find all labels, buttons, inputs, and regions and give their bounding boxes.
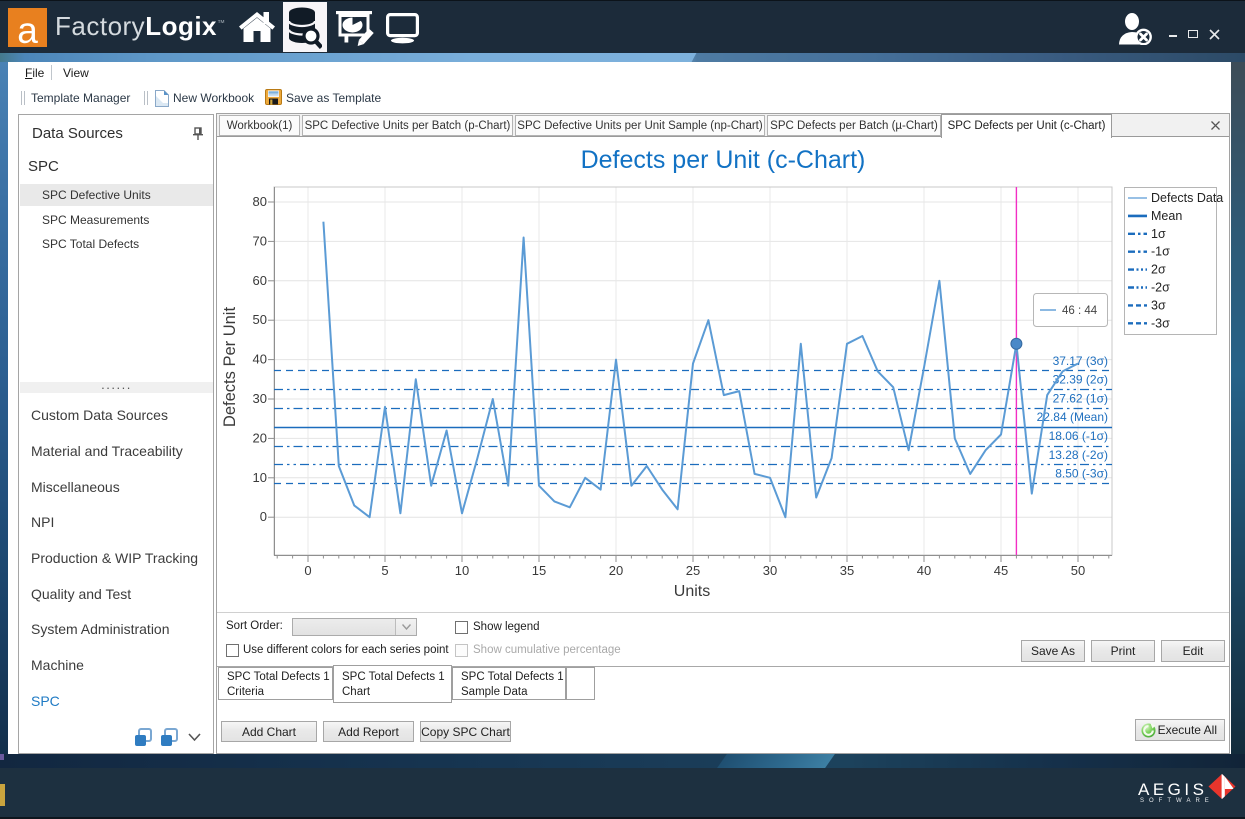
svg-text:20: 20 bbox=[609, 563, 623, 578]
svg-text:Defects per Unit (c-Chart): Defects per Unit (c-Chart) bbox=[581, 146, 866, 174]
svg-text:3σ: 3σ bbox=[1151, 298, 1166, 312]
svg-text:25: 25 bbox=[686, 563, 700, 578]
svg-text:10: 10 bbox=[253, 470, 267, 485]
svg-text:-2σ: -2σ bbox=[1151, 281, 1170, 295]
svg-text:0: 0 bbox=[260, 509, 267, 524]
svg-text:50: 50 bbox=[1071, 563, 1085, 578]
svg-text:0: 0 bbox=[304, 563, 311, 578]
svg-text:22.84 (Mean): 22.84 (Mean) bbox=[1037, 410, 1108, 424]
svg-text:1σ: 1σ bbox=[1151, 227, 1166, 241]
svg-text:45: 45 bbox=[994, 563, 1008, 578]
svg-text:15: 15 bbox=[532, 563, 546, 578]
svg-text:70: 70 bbox=[253, 233, 267, 248]
svg-text:20: 20 bbox=[253, 430, 267, 445]
svg-text:Units: Units bbox=[674, 583, 710, 600]
svg-text:30: 30 bbox=[763, 563, 777, 578]
svg-text:40: 40 bbox=[253, 352, 267, 367]
svg-text:Defects Per Unit: Defects Per Unit bbox=[221, 307, 239, 428]
svg-text:-3σ: -3σ bbox=[1151, 316, 1170, 330]
svg-text:30: 30 bbox=[253, 391, 267, 406]
svg-text:13.28 (-2σ): 13.28 (-2σ) bbox=[1049, 448, 1108, 462]
svg-text:10: 10 bbox=[455, 563, 469, 578]
svg-text:Mean: Mean bbox=[1151, 209, 1182, 223]
svg-text:5: 5 bbox=[381, 563, 388, 578]
svg-text:18.06 (-1σ): 18.06 (-1σ) bbox=[1049, 429, 1108, 443]
svg-text:8.50 (-3σ): 8.50 (-3σ) bbox=[1055, 467, 1108, 481]
svg-text:2σ: 2σ bbox=[1151, 263, 1166, 277]
svg-text:37.17 (3σ): 37.17 (3σ) bbox=[1053, 354, 1108, 368]
svg-text:80: 80 bbox=[253, 194, 267, 209]
svg-text:60: 60 bbox=[253, 273, 267, 288]
svg-text:27.62 (1σ): 27.62 (1σ) bbox=[1053, 391, 1108, 405]
svg-text:46 : 44: 46 : 44 bbox=[1062, 305, 1098, 317]
svg-text:Defects Data: Defects Data bbox=[1151, 191, 1223, 205]
svg-text:-1σ: -1σ bbox=[1151, 245, 1170, 259]
svg-text:50: 50 bbox=[253, 312, 267, 327]
svg-text:35: 35 bbox=[840, 563, 854, 578]
svg-text:40: 40 bbox=[917, 563, 931, 578]
